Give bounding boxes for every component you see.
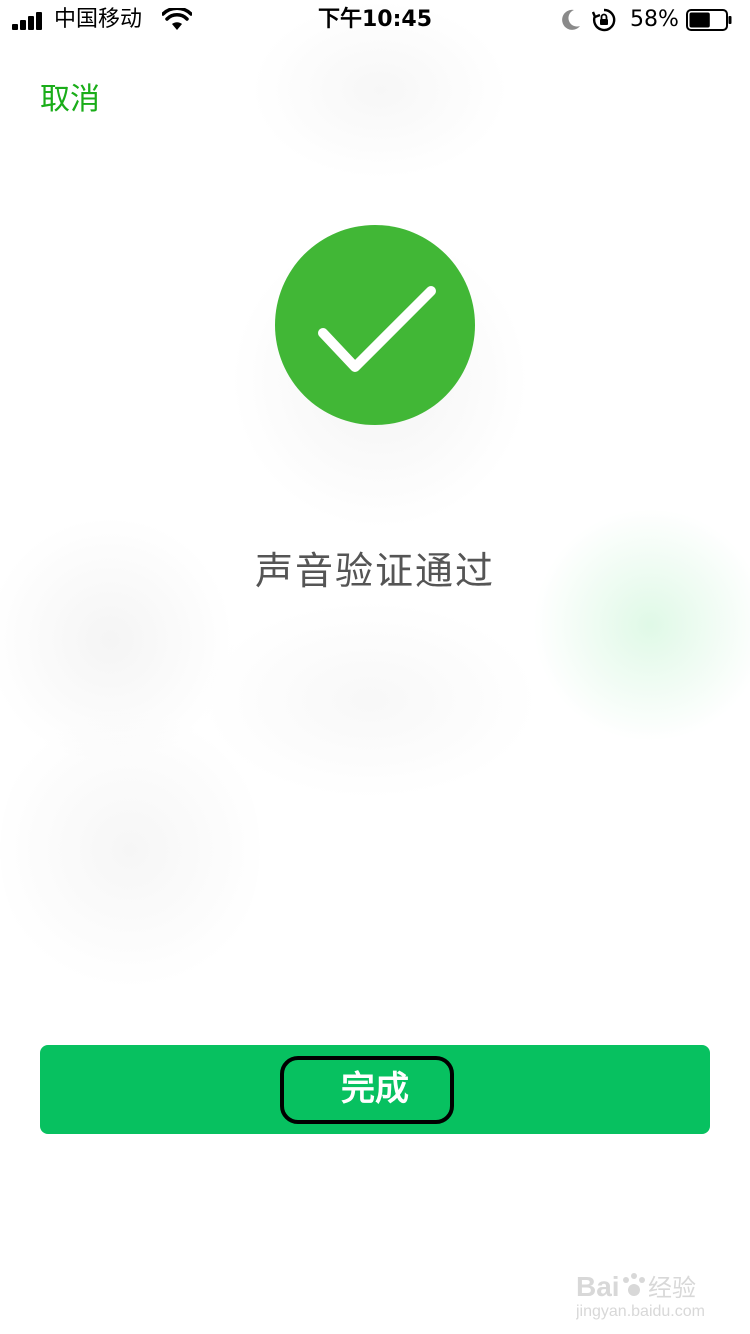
svg-text:经验: 经验 [648,1274,696,1302]
baidu-jingyan-watermark: Bai 经验 jingyan.baidu.com [576,1271,705,1320]
done-button-label: 完成 [341,1069,409,1109]
checkmark-icon [318,286,436,372]
battery-icon [686,9,732,31]
do-not-disturb-moon-icon [562,9,580,30]
svg-text:jingyan.baidu.com: jingyan.baidu.com [576,1303,705,1320]
rotation-lock-icon [592,8,616,32]
background-blob [200,600,540,800]
success-check-circle [275,225,475,425]
verification-message: 声音验证通过 [254,549,495,593]
battery-percentage: 58% [630,7,679,32]
background-blob [0,700,260,1000]
status-bar: 中国移动 下午10:45 58% [0,0,750,40]
background-blob [530,510,750,740]
svg-text:Bai: Bai [576,1271,620,1302]
done-button[interactable]: 完成 [40,1045,710,1134]
cancel-button[interactable]: 取消 [40,80,100,120]
